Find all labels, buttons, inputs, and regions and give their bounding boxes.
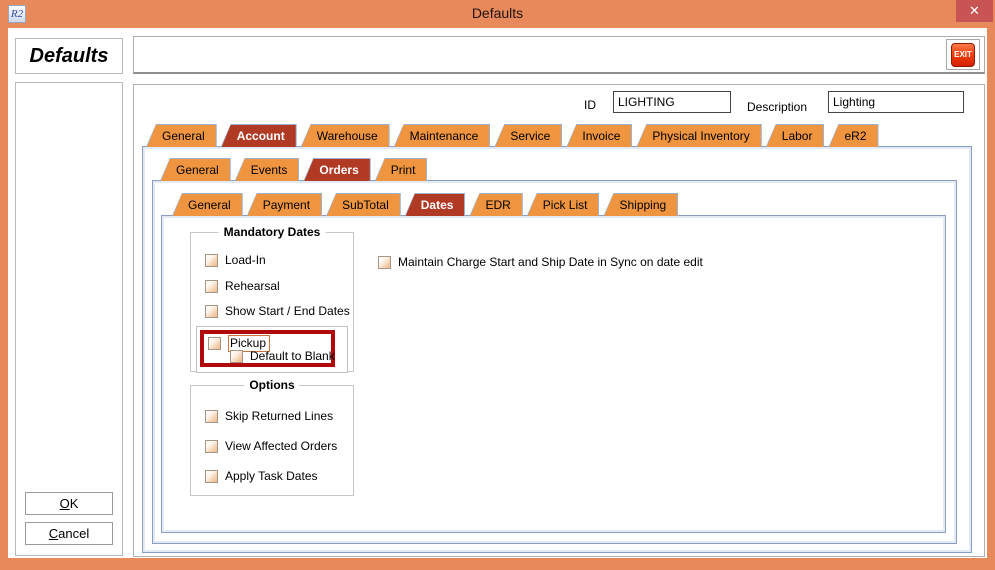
tab-row-level3: General Payment SubTotal Dates EDR Pick … (172, 193, 678, 216)
mandatory-dates-group: Mandatory Dates Load-In Rehearsal Show S… (190, 232, 354, 372)
load-in-checkbox[interactable] (205, 254, 218, 267)
id-field[interactable]: LIGHTING (613, 91, 731, 113)
pickup-highlight-box: Pickup Default to Blank (200, 330, 335, 367)
orders-tab-panel: General Payment SubTotal Dates EDR Pick … (152, 180, 957, 544)
pickup-groupbox: Pickup Default to Blank (196, 326, 348, 373)
options-group: Options Skip Returned Lines View Affecte… (190, 385, 354, 496)
apply-task-dates-checkbox[interactable] (205, 470, 218, 483)
exit-button[interactable]: EXIT (951, 43, 975, 67)
tab-orders[interactable]: Orders (303, 158, 370, 181)
tab-subtotal[interactable]: SubTotal (326, 193, 401, 216)
tab-general-2[interactable]: General (160, 158, 231, 181)
tab-row-level2: General Events Orders Print (160, 158, 427, 181)
page-title-box: Defaults (15, 38, 123, 74)
show-start-end-checkbox[interactable] (205, 305, 218, 318)
dates-tab-panel: Mandatory Dates Load-In Rehearsal Show S… (161, 215, 946, 533)
tab-edr[interactable]: EDR (469, 193, 522, 216)
window-border-left (0, 28, 8, 570)
tab-maintenance[interactable]: Maintenance (394, 124, 491, 147)
tab-er2[interactable]: eR2 (828, 124, 878, 147)
tab-dates[interactable]: Dates (405, 193, 466, 216)
tab-events[interactable]: Events (235, 158, 300, 181)
default-to-blank-label: Default to Blank (250, 349, 335, 363)
id-label: ID (584, 98, 596, 112)
view-affected-orders-label: View Affected Orders (225, 439, 337, 453)
tab-warehouse[interactable]: Warehouse (301, 124, 390, 147)
tab-print[interactable]: Print (375, 158, 428, 181)
view-affected-orders-checkbox[interactable] (205, 440, 218, 453)
tab-physical-inventory[interactable]: Physical Inventory (636, 124, 761, 147)
show-start-end-row[interactable]: Show Start / End Dates (205, 304, 350, 318)
apply-task-dates-row[interactable]: Apply Task Dates (205, 469, 318, 483)
tab-invoice[interactable]: Invoice (566, 124, 632, 147)
skip-returned-lines-label: Skip Returned Lines (225, 409, 333, 423)
rehearsal-checkbox[interactable] (205, 280, 218, 293)
tab-account[interactable]: Account (221, 124, 297, 147)
exit-button-frame[interactable]: EXIT (946, 39, 980, 70)
main-panel: ID LIGHTING Description Lighting General… (133, 84, 985, 557)
options-title: Options (244, 378, 299, 392)
tab-general-3[interactable]: General (172, 193, 243, 216)
account-tab-panel: General Events Orders Print General Paym… (142, 146, 972, 553)
apply-task-dates-label: Apply Task Dates (225, 469, 318, 483)
tab-labor[interactable]: Labor (766, 124, 825, 147)
tab-shipping[interactable]: Shipping (603, 193, 678, 216)
description-field[interactable]: Lighting (828, 91, 964, 113)
show-start-end-label: Show Start / End Dates (225, 304, 350, 318)
tab-general-1[interactable]: General (146, 124, 217, 147)
sync-dates-label: Maintain Charge Start and Ship Date in S… (398, 255, 703, 269)
toolbar: EXIT (133, 36, 985, 74)
skip-returned-lines-checkbox[interactable] (205, 410, 218, 423)
skip-returned-lines-row[interactable]: Skip Returned Lines (205, 409, 333, 423)
tab-payment[interactable]: Payment (247, 193, 322, 216)
ok-button[interactable]: OK (25, 492, 113, 515)
description-label: Description (747, 100, 807, 114)
tab-service[interactable]: Service (494, 124, 562, 147)
sync-dates-row[interactable]: Maintain Charge Start and Ship Date in S… (378, 255, 703, 269)
pickup-checkbox[interactable] (208, 337, 221, 350)
rehearsal-label: Rehearsal (225, 279, 280, 293)
close-icon[interactable]: ✕ (956, 0, 993, 22)
page-title: Defaults (30, 45, 109, 68)
window-border-bottom (0, 558, 995, 570)
title-bar: R2 Defaults ✕ (0, 0, 995, 28)
tab-pick-list[interactable]: Pick List (527, 193, 600, 216)
load-in-row[interactable]: Load-In (205, 253, 266, 267)
rehearsal-row[interactable]: Rehearsal (205, 279, 280, 293)
tab-row-level1: General Account Warehouse Maintenance Se… (146, 124, 879, 147)
load-in-label: Load-In (225, 253, 266, 267)
cancel-button[interactable]: Cancel (25, 522, 113, 545)
window-title: Defaults (0, 5, 995, 21)
view-affected-orders-row[interactable]: View Affected Orders (205, 439, 337, 453)
sync-dates-checkbox[interactable] (378, 256, 391, 269)
default-to-blank-checkbox[interactable] (230, 350, 243, 363)
default-to-blank-row[interactable]: Default to Blank (230, 349, 335, 363)
window-border-right (987, 28, 995, 570)
mandatory-dates-title: Mandatory Dates (219, 225, 326, 239)
defaults-listbox[interactable] (15, 82, 123, 556)
